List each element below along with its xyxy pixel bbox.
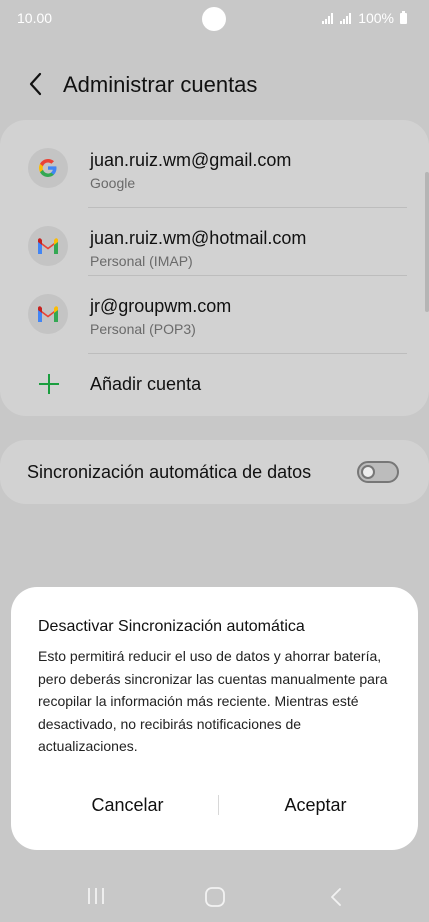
status-time: 10.00: [17, 10, 53, 26]
cancel-button[interactable]: Cancelar: [41, 787, 214, 823]
recent-apps-icon[interactable]: [86, 886, 106, 906]
account-email: juan.ruiz.wm@hotmail.com: [90, 228, 307, 248]
add-account-label: Añadir cuenta: [90, 374, 202, 394]
scrollbar[interactable]: [425, 172, 429, 312]
auto-sync-label: Sincronización automática de datos: [27, 462, 312, 482]
front-camera: [202, 7, 226, 31]
account-email: juan.ruiz.wm@gmail.com: [90, 150, 292, 170]
account-type: Personal (POP3): [90, 321, 196, 337]
gmail-icon: [28, 294, 68, 334]
battery-icon: [400, 10, 407, 24]
account-type: Google: [90, 175, 136, 191]
account-row-groupwm[interactable]: jr@groupwm.com Personal (POP3): [0, 276, 429, 354]
signal-icon-2: [340, 12, 352, 24]
battery-percent: 100%: [358, 10, 394, 26]
accept-button[interactable]: Aceptar: [229, 787, 402, 823]
home-icon[interactable]: [204, 886, 226, 908]
nav-back-icon[interactable]: [327, 886, 345, 908]
gmail-icon: [28, 226, 68, 266]
button-separator: [218, 795, 219, 815]
account-email: jr@groupwm.com: [90, 296, 232, 316]
dialog-title: Desactivar Sincronización automática: [38, 618, 305, 635]
status-bar: 10.00 100%: [0, 0, 429, 38]
status-icons: 100%: [322, 10, 407, 26]
account-type: Personal (IMAP): [90, 253, 193, 269]
disable-sync-dialog: Desactivar Sincronización automática Est…: [11, 587, 418, 850]
signal-icon: [322, 12, 334, 24]
navigation-bar: [0, 868, 429, 922]
auto-sync-toggle[interactable]: [357, 461, 399, 483]
page-title: Administrar cuentas: [63, 72, 258, 97]
dialog-body: Esto permitirá reducir el uso de datos y…: [38, 648, 388, 754]
account-row-google[interactable]: juan.ruiz.wm@gmail.com Google: [0, 130, 429, 208]
toggle-knob: [361, 465, 375, 479]
header: Administrar cuentas: [0, 62, 429, 106]
accounts-card: juan.ruiz.wm@gmail.com Google juan.ruiz.…: [0, 120, 429, 416]
screen: 10.00 100% Administrar cuentas juan.ruiz…: [0, 0, 429, 922]
auto-sync-row[interactable]: Sincronización automática de datos: [0, 440, 429, 504]
google-icon: [28, 148, 68, 188]
plus-icon: [39, 374, 59, 394]
add-account-button[interactable]: Añadir cuenta: [0, 352, 429, 414]
back-arrow-icon[interactable]: [26, 70, 46, 98]
